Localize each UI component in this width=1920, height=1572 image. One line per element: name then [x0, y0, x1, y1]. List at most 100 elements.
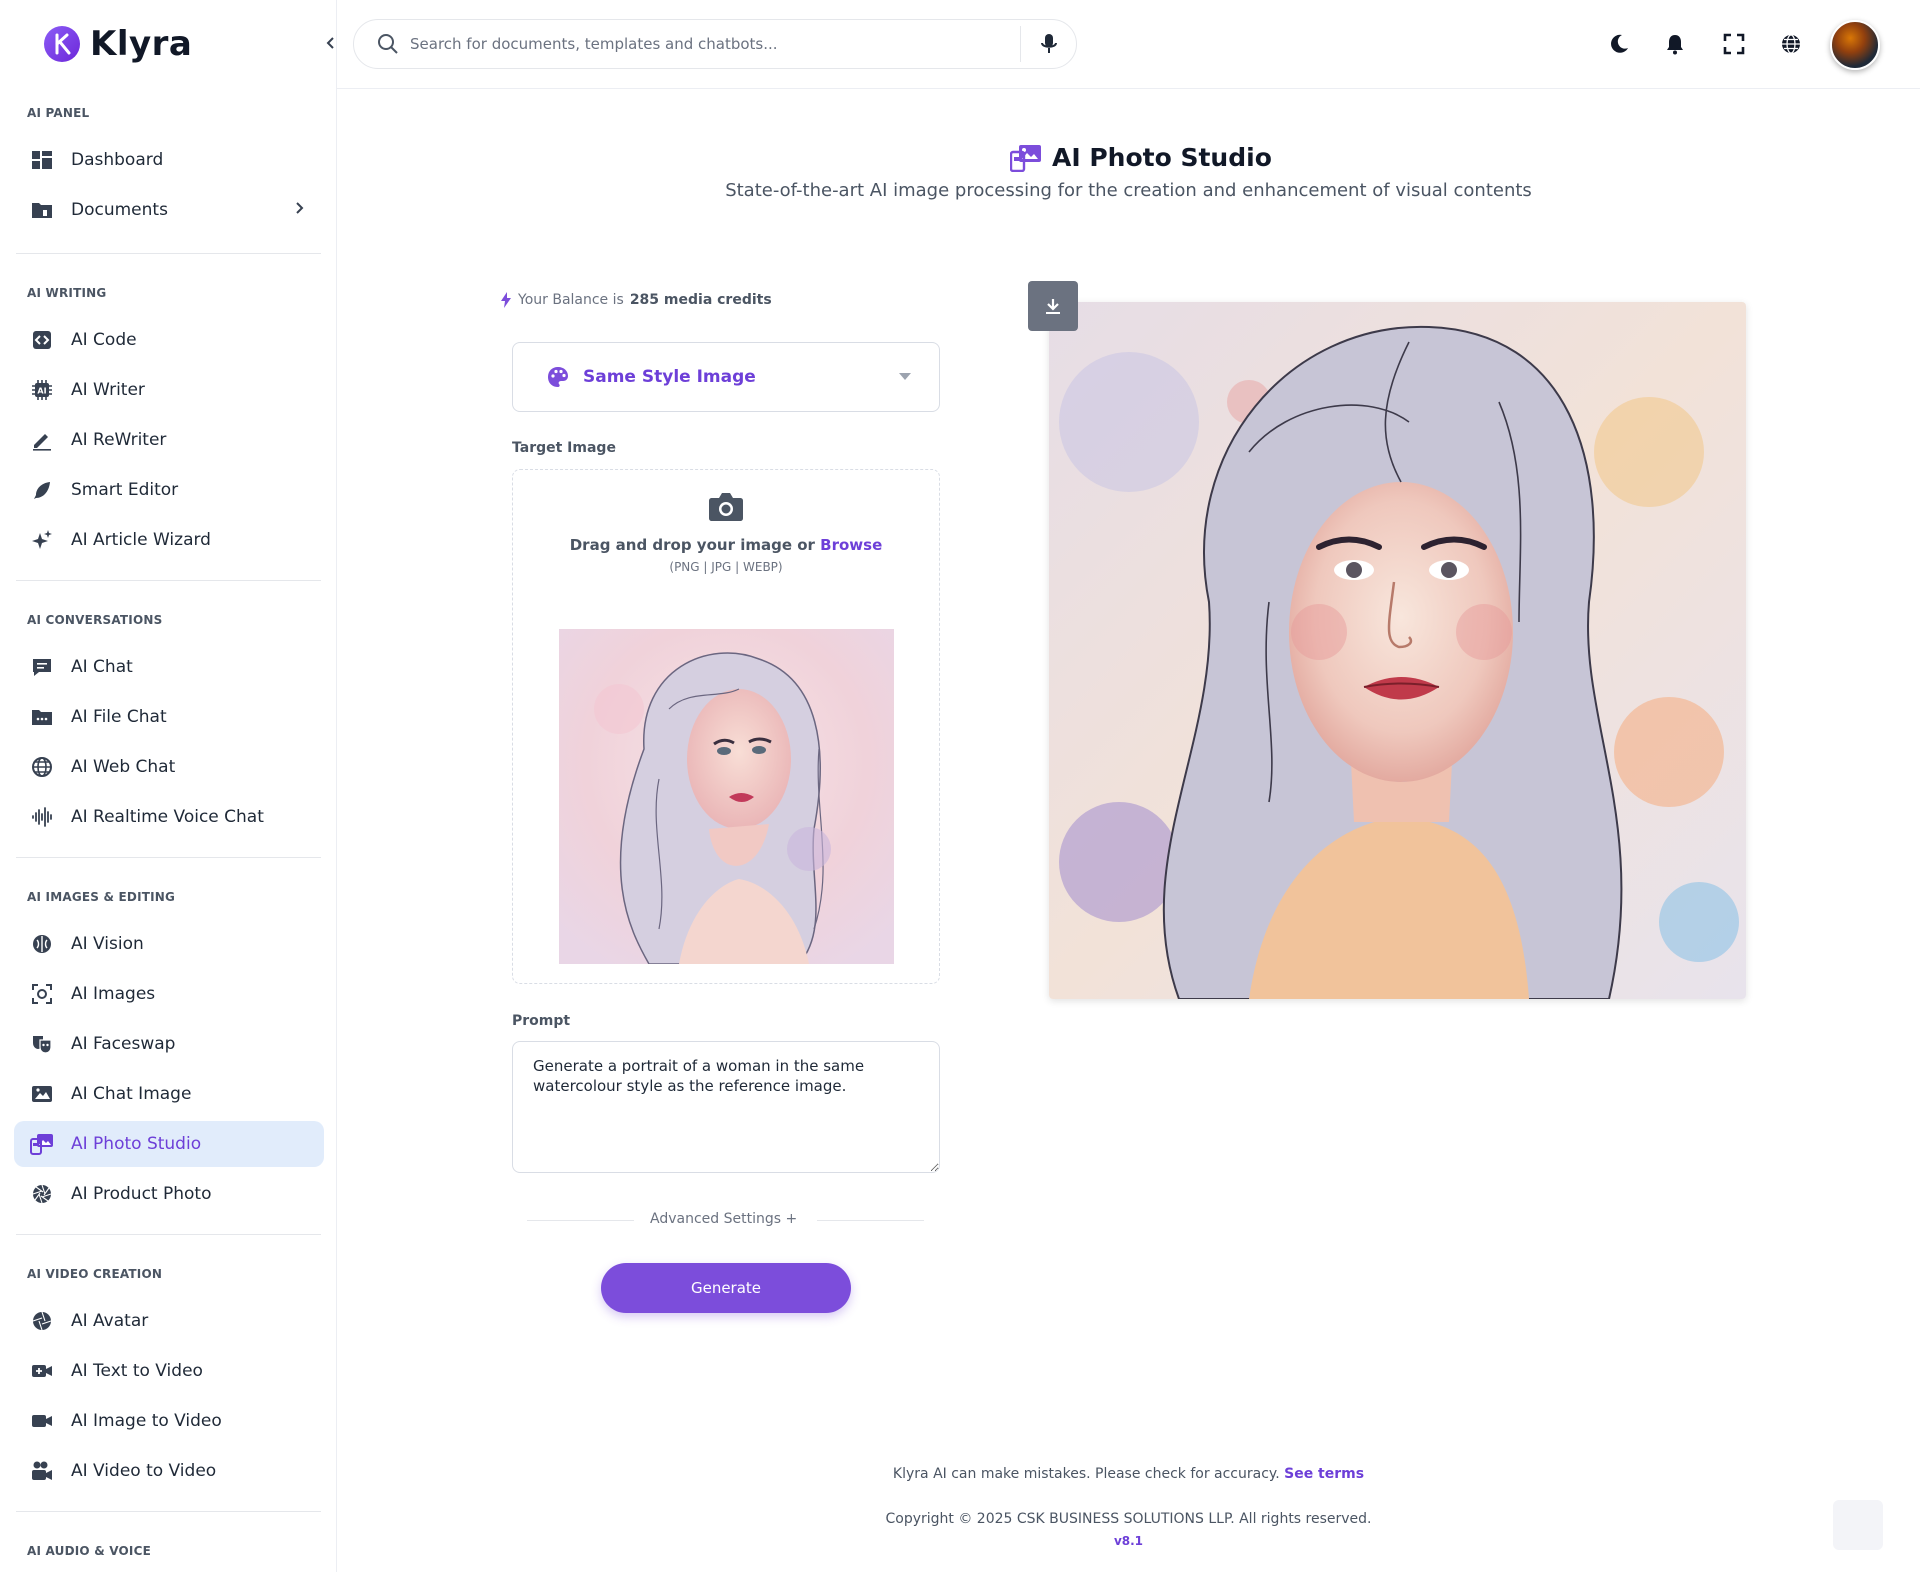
section-title-ai-images: AI IMAGES & EDITING: [27, 890, 176, 904]
globe-icon: [1782, 34, 1800, 54]
section-title-ai-audio: AI AUDIO & VOICE: [27, 1544, 151, 1558]
sidebar-item-ai-product-photo[interactable]: AI Product Photo: [14, 1171, 324, 1217]
sidebar-item-ai-avatar[interactable]: AI Avatar: [14, 1298, 324, 1344]
generate-button[interactable]: Generate: [601, 1263, 851, 1313]
aperture-icon: [30, 1182, 54, 1206]
sidebar-item-label: AI ReWriter: [71, 430, 167, 450]
sidebar-divider: [16, 1511, 321, 1512]
browse-link[interactable]: Browse: [820, 536, 882, 554]
globe-icon: [30, 755, 54, 779]
sidebar-item-ai-image-to-video[interactable]: AI Image to Video: [14, 1398, 324, 1444]
image-dropzone[interactable]: Drag and drop your image or Browse (PNG …: [512, 469, 940, 984]
download-button[interactable]: [1028, 281, 1078, 331]
sidebar-divider: [16, 580, 321, 581]
microphone-icon: [1040, 34, 1057, 53]
mode-select-value: Same Style Image: [583, 367, 756, 387]
voice-search-button[interactable]: [1020, 26, 1076, 62]
video-plus-icon: [30, 1359, 54, 1383]
credit-balance: Your Balance is 285 media credits: [500, 292, 772, 308]
topbar: [337, 0, 1920, 89]
sidebar-collapse-button[interactable]: [318, 30, 336, 56]
folder-icon: [30, 198, 54, 222]
search-bar: [353, 19, 1077, 69]
video-camera-icon: [30, 1409, 54, 1433]
dashboard-icon: [30, 148, 54, 172]
dropzone-instructions: Drag and drop your image or: [569, 536, 815, 554]
sidebar-item-label: AI Chat: [71, 657, 133, 677]
sidebar-item-ai-chat-image[interactable]: AI Chat Image: [14, 1071, 324, 1117]
target-image-label: Target Image: [512, 440, 616, 456]
search-input[interactable]: [410, 35, 1010, 53]
sidebar-item-label: AI Chat Image: [71, 1084, 192, 1104]
expand-icon: [1723, 33, 1745, 55]
sidebar: Klyra AI PANEL Dashboard Documents AI WR…: [0, 0, 337, 1572]
sidebar-item-label: AI Images: [71, 984, 156, 1004]
sidebar-item-ai-file-chat[interactable]: AI File Chat: [14, 694, 324, 740]
photo-studio-icon: [1010, 144, 1041, 172]
code-icon: [30, 328, 54, 352]
masks-icon: [30, 1032, 54, 1056]
prompt-label: Prompt: [512, 1013, 571, 1029]
pen-icon: [30, 428, 54, 452]
sidebar-divider: [16, 1234, 321, 1235]
advanced-divider-left: [527, 1220, 634, 1221]
feather-icon: [30, 478, 54, 502]
language-button[interactable]: [1779, 32, 1803, 56]
sidebar-item-label: Smart Editor: [71, 480, 179, 500]
camera-icon: [709, 493, 743, 521]
advanced-settings-toggle[interactable]: Advanced Settings +: [650, 1211, 797, 1227]
sidebar-item-label: AI Image to Video: [71, 1411, 222, 1431]
prompt-textarea[interactable]: Generate a portrait of a woman in the sa…: [512, 1041, 940, 1173]
page-title: AI Photo Studio: [1010, 143, 1272, 172]
image-icon: [30, 1082, 54, 1106]
sidebar-item-documents[interactable]: Documents: [14, 187, 324, 233]
sidebar-item-ai-writer[interactable]: AI AI Writer: [14, 367, 324, 413]
section-title-ai-video: AI VIDEO CREATION: [27, 1267, 163, 1281]
scroll-to-top-button[interactable]: [1833, 1500, 1883, 1550]
sidebar-item-ai-code[interactable]: AI Code: [14, 317, 324, 363]
disclaimer-text: Klyra AI can make mistakes. Please check…: [892, 1466, 1280, 1482]
sidebar-item-ai-video-to-video[interactable]: AI Video to Video: [14, 1448, 324, 1494]
sidebar-item-ai-text-to-video[interactable]: AI Text to Video: [14, 1348, 324, 1394]
download-icon: [1046, 299, 1060, 314]
sidebar-item-dashboard[interactable]: Dashboard: [14, 137, 324, 183]
sidebar-divider: [16, 253, 321, 254]
sidebar-item-ai-web-chat[interactable]: AI Web Chat: [14, 744, 324, 790]
palette-icon: [548, 367, 568, 387]
search-icon[interactable]: [376, 32, 400, 56]
chat-icon: [30, 655, 54, 679]
fullscreen-button[interactable]: [1722, 32, 1746, 56]
sidebar-item-label: AI File Chat: [71, 707, 167, 727]
svg-text:AI: AI: [37, 387, 46, 396]
dropzone-text: Drag and drop your image or Browse: [513, 536, 939, 554]
user-avatar[interactable]: [1830, 20, 1880, 70]
brand[interactable]: Klyra: [44, 24, 192, 64]
brand-name: Klyra: [90, 24, 193, 64]
page-heading: AI Photo Studio: [1052, 143, 1272, 172]
sidebar-item-ai-rewriter[interactable]: AI ReWriter: [14, 417, 324, 463]
sidebar-item-ai-images[interactable]: AI Images: [14, 971, 324, 1017]
aperture-icon: [30, 1309, 54, 1333]
chevron-left-icon: [326, 37, 334, 49]
notifications-button[interactable]: [1663, 32, 1687, 56]
sidebar-item-ai-photo-studio[interactable]: AI Photo Studio: [14, 1121, 324, 1167]
dropzone-formats: (PNG | JPG | WEBP): [669, 560, 783, 574]
theme-toggle-button[interactable]: [1607, 32, 1631, 56]
sidebar-item-ai-faceswap[interactable]: AI Faceswap: [14, 1021, 324, 1067]
sidebar-item-label: AI Product Photo: [71, 1184, 212, 1204]
film-camera-icon: [30, 1459, 54, 1483]
see-terms-link[interactable]: See terms: [1284, 1466, 1364, 1482]
sidebar-item-ai-vision[interactable]: AI Vision: [14, 921, 324, 967]
copyright: Copyright © 2025 CSK BUSINESS SOLUTIONS …: [885, 1511, 1372, 1527]
caret-down-icon: [899, 373, 911, 380]
uploaded-image-thumbnail: [559, 629, 894, 964]
sidebar-item-label: AI Writer: [71, 380, 145, 400]
sidebar-item-smart-editor[interactable]: Smart Editor: [14, 467, 324, 513]
mode-select[interactable]: Same Style Image: [512, 342, 940, 412]
sidebar-item-ai-realtime-voice-chat[interactable]: AI Realtime Voice Chat: [14, 794, 324, 840]
sidebar-item-ai-article-wizard[interactable]: AI Article Wizard: [14, 517, 324, 563]
sidebar-item-ai-chat[interactable]: AI Chat: [14, 644, 324, 690]
disclaimer: Klyra AI can make mistakes. Please check…: [337, 1466, 1920, 1482]
bolt-icon: [501, 292, 511, 308]
section-title-ai-conversations: AI CONVERSATIONS: [27, 613, 163, 627]
